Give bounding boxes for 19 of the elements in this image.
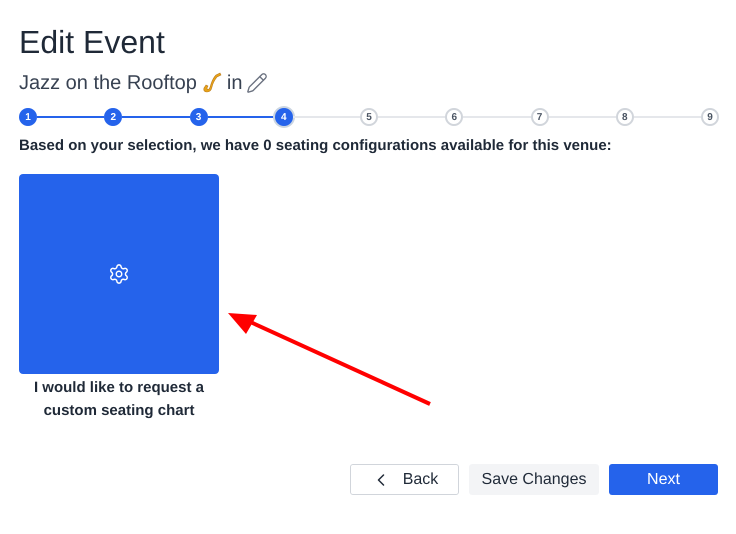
event-name: Jazz on the Rooftop xyxy=(19,71,197,96)
step-indicator: 6 xyxy=(445,108,464,126)
step-indicator: 8 xyxy=(616,108,634,126)
step-indicator: 3 xyxy=(190,108,208,126)
page-title: Edit Event xyxy=(19,23,166,62)
step-indicator: 9 xyxy=(701,108,719,126)
step-indicator: 1 xyxy=(19,108,37,126)
next-button[interactable]: Next xyxy=(609,464,718,495)
seating-message: Based on your selection, we have 0 seating configurations available for this venue: xyxy=(19,136,613,156)
step-indicator: 7 xyxy=(530,108,548,126)
back-button[interactable]: Back xyxy=(350,464,459,495)
save-changes-button[interactable]: Save Changes xyxy=(469,464,599,495)
step-indicator: 5 xyxy=(360,108,378,126)
venue-connector: in xyxy=(226,71,242,96)
step-indicator: 4 xyxy=(274,108,293,126)
step-indicator: 2 xyxy=(104,108,122,126)
option-caption: I would like to request a custom seating chart xyxy=(32,378,206,421)
edit-icon[interactable] xyxy=(246,72,268,94)
settings-icon xyxy=(108,263,130,285)
